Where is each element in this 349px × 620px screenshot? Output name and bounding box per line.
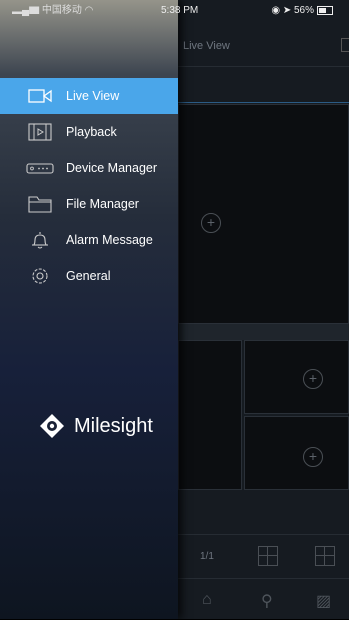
brand-logo: Milesight	[38, 412, 153, 440]
menu-item-label: Live View	[66, 89, 120, 103]
menu-item-file-manager[interactable]: File Manager	[0, 186, 178, 222]
menu-item-live-view[interactable]: Live View	[0, 78, 178, 114]
add-camera-icon[interactable]: +	[201, 213, 221, 233]
status-bar: ▂▄▆ 中国移动 ◠ 5:38 PM ◉ ➤ 56%	[0, 0, 349, 22]
page-title: Live View	[183, 40, 230, 52]
bottom-nav: ⌂ ⚲ ▨	[178, 578, 349, 620]
live-view-main: Live View + + + 1/1 ⌂ ⚲ ▨	[178, 0, 349, 619]
gear-icon	[32, 268, 48, 284]
divider	[178, 324, 349, 340]
video-cell[interactable]	[178, 340, 242, 490]
status-time: 5:38 PM	[161, 5, 199, 16]
video-cell[interactable]: +	[244, 340, 349, 414]
grid-4-icon[interactable]	[258, 546, 278, 566]
menu-item-label: Alarm Message	[66, 233, 153, 247]
video-cell[interactable]: +	[244, 416, 349, 490]
side-drawer: Live View Playback Device Manager File M…	[0, 0, 178, 619]
bell-icon	[32, 232, 48, 249]
milesight-logo-icon	[40, 414, 64, 438]
page-indicator: 1/1	[200, 551, 214, 562]
image-icon[interactable]: ▨	[316, 591, 331, 611]
location-icon[interactable]: ⚲	[261, 591, 273, 611]
menu-item-label: Playback	[66, 125, 117, 139]
layout-toolbar: 1/1	[178, 534, 349, 579]
menu-item-device-manager[interactable]: Device Manager	[0, 150, 178, 186]
add-camera-icon[interactable]: +	[303, 447, 323, 467]
battery-icon	[317, 5, 333, 15]
live-view-icon	[28, 89, 52, 103]
brand-name: Milesight	[74, 415, 153, 437]
menu-item-playback[interactable]: Playback	[0, 114, 178, 150]
grid-16-icon[interactable]	[315, 546, 335, 566]
drawer-menu: Live View Playback Device Manager File M…	[0, 78, 178, 294]
menu-item-alarm-message[interactable]: Alarm Message	[0, 222, 178, 258]
folder-icon	[28, 196, 52, 213]
video-cell-main[interactable]: +	[178, 104, 349, 324]
menu-item-label: General	[66, 269, 111, 283]
menu-item-general[interactable]: General	[0, 258, 178, 294]
menu-item-label: File Manager	[66, 197, 139, 211]
device-manager-icon	[26, 163, 54, 174]
status-carrier: ▂▄▆ 中国移动 ◠	[12, 5, 94, 16]
main-header: Live View	[178, 26, 349, 67]
playback-icon	[28, 123, 52, 141]
header-action-icon[interactable]	[341, 38, 349, 52]
menu-item-label: Device Manager	[66, 161, 158, 175]
sub-bar	[178, 66, 349, 103]
status-right: ◉ ➤ 56%	[271, 0, 333, 22]
add-camera-icon[interactable]: +	[303, 369, 323, 389]
home-icon[interactable]: ⌂	[202, 591, 212, 609]
